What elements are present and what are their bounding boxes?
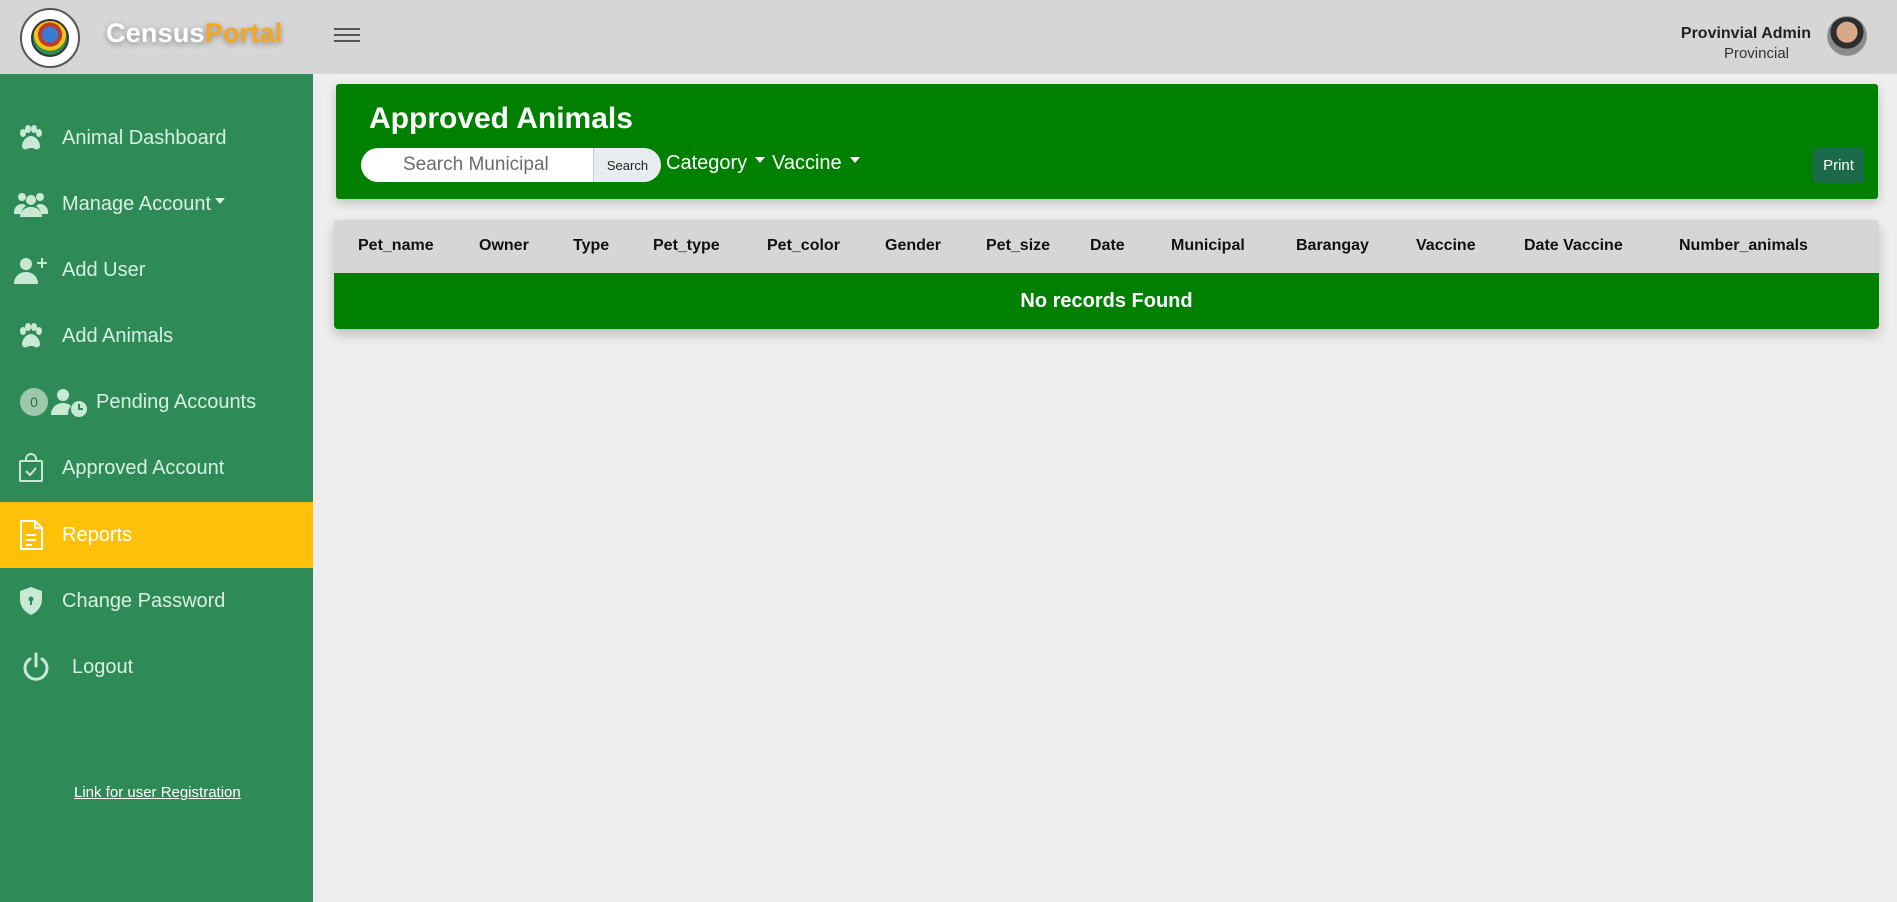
column-header: Pet_color: [767, 237, 840, 254]
sidebar-item-change-password[interactable]: Change Password: [0, 568, 313, 634]
search-group: Search: [361, 148, 661, 182]
sidebar-item-label: Approved Account: [62, 456, 225, 479]
sidebar-item-add-user[interactable]: Add User: [0, 237, 313, 303]
brand-text-census: Census: [106, 18, 205, 48]
table-header: Pet_name Owner Type Pet_type Pet_color G…: [334, 220, 1879, 273]
column-header: Pet_name: [358, 237, 434, 254]
chevron-down-icon: [755, 156, 766, 163]
file-text-icon: [0, 502, 62, 568]
paw-icon: [0, 105, 62, 171]
column-header: Municipal: [1171, 237, 1245, 254]
column-header: Number_animals: [1679, 237, 1808, 254]
column-header: Pet_type: [653, 237, 720, 254]
records-table: Pet_name Owner Type Pet_type Pet_color G…: [334, 220, 1879, 329]
column-header: Owner: [479, 237, 529, 254]
column-header: Date: [1090, 237, 1125, 254]
column-header: Gender: [885, 237, 942, 254]
sidebar-item-label: Add Animals: [62, 324, 174, 347]
brand-logo[interactable]: CensusPortal: [106, 18, 282, 49]
sidebar-item-logout[interactable]: Logout: [0, 634, 313, 700]
column-header: Vaccine: [1416, 237, 1476, 254]
sidebar-item-label: Manage Account: [62, 193, 225, 216]
sidebar: Animal Dashboard Manage Account Add User…: [0, 74, 313, 902]
manage-account-text: Manage Account: [62, 192, 211, 215]
province-seal-logo: [20, 8, 80, 68]
category-dropdown-label: Category: [666, 152, 748, 174]
user-info[interactable]: Provinvial Admin Provincial: [1681, 25, 1811, 62]
column-header: Date Vaccine: [1524, 237, 1623, 254]
print-button[interactable]: Print: [1813, 148, 1864, 183]
hamburger-menu-icon[interactable]: [334, 24, 360, 46]
shield-icon: [0, 568, 62, 634]
page-title: Approved Animals: [369, 102, 633, 135]
power-icon: [0, 634, 72, 700]
avatar[interactable]: [1827, 16, 1867, 56]
column-header: Pet_size: [986, 237, 1051, 254]
vaccine-dropdown-label: Vaccine: [772, 152, 842, 174]
user-role: Provincial: [1723, 45, 1789, 62]
pending-count-badge: 0: [20, 388, 48, 416]
search-button[interactable]: Search: [593, 148, 661, 182]
chevron-down-icon: [215, 198, 225, 205]
vaccine-dropdown[interactable]: Vaccine: [772, 152, 860, 175]
sidebar-item-label: Add User: [62, 258, 146, 281]
user-name: Provinvial Admin: [1680, 25, 1811, 42]
category-dropdown[interactable]: Category: [666, 152, 766, 175]
empty-state-message: No records Found: [1020, 289, 1193, 312]
sidebar-item-label: Change Password: [62, 589, 226, 612]
table-empty-row: No records Found: [334, 273, 1879, 329]
sidebar-item-add-animals[interactable]: Add Animals: [0, 303, 313, 369]
approved-animals-panel: Approved Animals Search Category Vaccine…: [336, 84, 1878, 199]
sidebar-item-label: Animal Dashboard: [62, 126, 227, 149]
user-clock-icon: [48, 369, 90, 435]
sidebar-item-label: Reports: [62, 523, 133, 546]
column-header: Barangay: [1296, 237, 1369, 254]
sidebar-item-pending-accounts[interactable]: 0 Pending Accounts: [0, 369, 313, 435]
users-icon: [0, 171, 62, 237]
column-header: Type: [573, 237, 610, 254]
sidebar-item-label: Pending Accounts: [96, 390, 257, 413]
paw-icon: [0, 303, 62, 369]
sidebar-item-approved-account[interactable]: Approved Account: [0, 435, 313, 501]
brand-text-portal: Portal: [204, 18, 283, 48]
search-input[interactable]: [361, 148, 593, 182]
chevron-down-icon: [849, 156, 860, 163]
user-registration-link[interactable]: Link for user Registration: [74, 784, 241, 801]
bag-check-icon: [0, 435, 62, 501]
add-user-icon: [0, 237, 62, 303]
top-header: CensusPortal Provinvial Admin Provincial: [0, 0, 1897, 74]
sidebar-item-manage-account[interactable]: Manage Account: [0, 171, 313, 237]
sidebar-item-reports[interactable]: Reports: [0, 502, 313, 568]
sidebar-item-animal-dashboard[interactable]: Animal Dashboard: [0, 105, 313, 171]
sidebar-item-label: Logout: [72, 655, 134, 678]
